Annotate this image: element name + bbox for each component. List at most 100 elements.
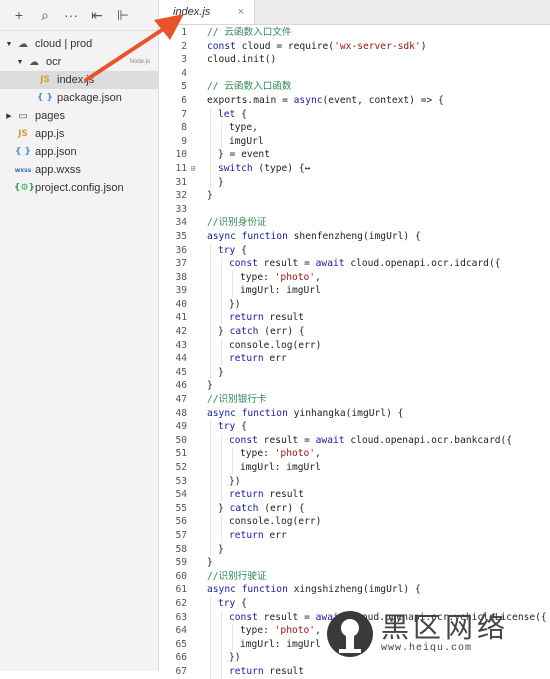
code-line[interactable]: 37 const result = await cloud.openapi.ocr… [159, 257, 550, 271]
code-line[interactable]: 61 async function xingshizheng(imgUrl) { [159, 583, 550, 597]
code-line[interactable]: 49 try { [159, 420, 550, 434]
code-token: } [207, 190, 213, 202]
code-line[interactable]: 7 let { [159, 107, 550, 122]
code-line[interactable]: 10} = event [159, 148, 550, 162]
tree-item-project-config-json[interactable]: {⚙} project.config.json [0, 179, 158, 197]
code-token: xingshizheng(imgUrl) { [287, 584, 421, 596]
code-line[interactable]: 55} catch (err) { [159, 501, 550, 516]
code-line[interactable]: 5 // 云函数入口函数 [159, 80, 550, 94]
code-line[interactable]: 2 const cloud = require('wx-server-sdk') [159, 40, 550, 54]
keyword-token: async function [207, 407, 288, 419]
chevron-down-icon[interactable]: ▼ [15, 59, 25, 66]
code-token: (err) { [258, 326, 305, 338]
tree-item-cloud-prod[interactable]: ▼ ☁ cloud | prod [0, 35, 158, 53]
code-line[interactable]: 9 imgUrl [159, 134, 550, 149]
code-line[interactable]: 39 imgUrl: imgUrl [159, 284, 550, 298]
code-line[interactable]: 58} [159, 542, 550, 557]
code-line[interactable]: 40}) [159, 297, 550, 312]
code-line[interactable]: 4 [159, 67, 550, 81]
wxss-file-icon: wxss [14, 166, 32, 174]
fold-gutter [187, 407, 199, 421]
tree-item-index-js[interactable]: JS index.js [0, 71, 158, 89]
fold-gutter [187, 257, 199, 271]
code-line[interactable]: 52 imgUrl: imgUrl [159, 461, 550, 475]
code-line[interactable]: 3 cloud.init() [159, 53, 550, 67]
line-number: 42 [175, 326, 187, 338]
code-line[interactable]: 36 try { [159, 243, 550, 258]
code-line[interactable]: 62 try { [159, 596, 550, 611]
code-line[interactable]: 57 return err [159, 528, 550, 543]
keyword-token: try [218, 421, 236, 433]
code-line[interactable]: 44 return err [159, 352, 550, 366]
code-line[interactable]: 65 imgUrl: imgUrl [159, 637, 550, 652]
code-line[interactable]: 31} [159, 175, 550, 190]
indent-guide [210, 488, 211, 502]
line-number: 66 [175, 652, 187, 664]
indent-guide [210, 664, 211, 679]
tree-item-app-json[interactable]: { } app.json [0, 143, 158, 161]
code-token: (type) {↔ [252, 162, 311, 174]
tab-index-js[interactable]: index.js × [159, 0, 255, 24]
chevron-right-icon[interactable]: ▶ [4, 112, 14, 120]
code-line[interactable]: 63 const result = await cloud.openapi.ocr… [159, 610, 550, 625]
tree-item-app-wxss[interactable]: wxss app.wxss [0, 161, 158, 179]
code-text: // 云函数入口文件 [199, 26, 550, 40]
code-line[interactable]: 8 type, [159, 121, 550, 135]
code-line[interactable]: 47 //识别银行卡 [159, 393, 550, 407]
code-line[interactable]: 59} [159, 556, 550, 570]
plus-icon[interactable]: + [6, 0, 32, 30]
indent-guide [210, 161, 211, 176]
code-line[interactable]: 66}) [159, 651, 550, 665]
fold-gutter [187, 53, 199, 67]
tree-item-label: app.wxss [35, 164, 81, 176]
code-line[interactable]: 43 console.log(err) [159, 338, 550, 353]
chevron-down-icon[interactable]: ▼ [4, 41, 14, 48]
code-token: } [218, 176, 224, 188]
code-line[interactable]: 54 return result [159, 488, 550, 502]
code-token: (err) { [258, 502, 305, 514]
code-line[interactable]: 67 return result [159, 664, 550, 679]
code-line[interactable]: 53}) [159, 474, 550, 489]
tree-item-ocr[interactable]: ▼ ☁ ocr Node.js [0, 53, 158, 71]
search-icon[interactable]: ⌕ [32, 0, 58, 30]
indent-guide [221, 664, 222, 679]
code-line[interactable]: 38 type: 'photo', [159, 270, 550, 285]
code-line[interactable]: 45} [159, 365, 550, 380]
tree-item-package-json[interactable]: { } package.json [0, 89, 158, 107]
fold-toggle-icon[interactable]: ⊞ [187, 162, 199, 176]
code-line[interactable]: 11 ⊞ switch (type) {↔ [159, 161, 550, 176]
indent-guide [221, 297, 222, 312]
line-number: 37 [175, 258, 187, 270]
more-icon[interactable]: ··· [58, 0, 84, 30]
code-line[interactable]: 48 async function yinhangka(imgUrl) { [159, 407, 550, 421]
code-line[interactable]: 35 async function shenfenzheng(imgUrl) { [159, 230, 550, 244]
code-line[interactable]: 32} [159, 189, 550, 203]
code-line[interactable]: 51 type: 'photo', [159, 447, 550, 461]
code-line[interactable]: 46} [159, 379, 550, 393]
code-text: cloud.init() [199, 53, 550, 67]
code-line[interactable]: 1 // 云函数入口文件 [159, 26, 550, 40]
code-token: type, [229, 122, 258, 134]
line-number: 63 [175, 611, 187, 623]
code-line[interactable]: 64 type: 'photo', [159, 624, 550, 638]
code-line[interactable]: 50 const result = await cloud.openapi.ocr… [159, 433, 550, 448]
collapse-all-icon[interactable]: ⇤ [84, 0, 110, 30]
code-token: } = event [218, 149, 270, 161]
code-area[interactable]: 1 // 云函数入口文件 2 const cloud = require('wx-se… [159, 25, 550, 679]
tree-item-app-js[interactable]: JS app.js [0, 125, 158, 143]
code-line[interactable]: 33 [159, 203, 550, 217]
indent-guide [210, 461, 211, 475]
code-text: imgUrl [199, 134, 550, 149]
code-line[interactable]: 42} catch (err) { [159, 325, 550, 339]
close-icon[interactable]: × [238, 6, 244, 18]
code-token: imgUrl: imgUrl [240, 638, 321, 650]
code-line[interactable]: 56 console.log(err) [159, 515, 550, 529]
code-line[interactable]: 60 //识别行驶证 [159, 570, 550, 584]
code-line[interactable]: 34 //识别身份证 [159, 216, 550, 230]
tree-item-pages[interactable]: ▶ ▭ pages [0, 107, 158, 125]
code-line[interactable]: 41 return result [159, 311, 550, 326]
keyword-token: async function [207, 584, 288, 596]
code-text: } = event [199, 148, 550, 162]
code-line[interactable]: 6 exports.main = async(event, context) =>… [159, 94, 550, 108]
split-icon[interactable]: ⊩ [110, 0, 136, 30]
